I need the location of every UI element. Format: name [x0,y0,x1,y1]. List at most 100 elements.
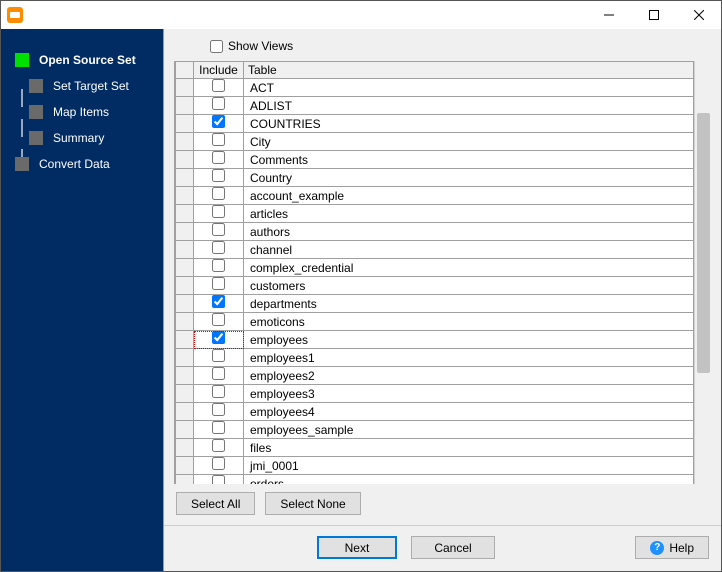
include-checkbox[interactable] [212,295,225,308]
select-none-button[interactable]: Select None [265,492,360,515]
table-name-cell: files [244,439,694,457]
include-cell[interactable] [194,79,244,97]
table-row[interactable]: account_example [176,187,694,205]
include-cell[interactable] [194,421,244,439]
title-bar [1,1,721,29]
row-header [176,439,194,457]
table-row[interactable]: employees_sample [176,421,694,439]
table-row[interactable]: orders [176,475,694,485]
include-checkbox[interactable] [212,241,225,254]
wizard-step[interactable]: Convert Data [1,151,163,177]
column-table[interactable]: Table [244,62,694,79]
include-cell[interactable] [194,151,244,169]
table-row[interactable]: employees2 [176,367,694,385]
include-checkbox[interactable] [212,133,225,146]
step-label: Open Source Set [39,53,136,67]
table-row[interactable]: jmi_0001 [176,457,694,475]
wizard-sidebar: Open Source Set Set Target SetMap ItemsSu… [1,29,163,571]
include-checkbox[interactable] [212,223,225,236]
include-cell[interactable] [194,331,244,349]
table-name-cell: customers [244,277,694,295]
include-checkbox[interactable] [212,259,225,272]
include-cell[interactable] [194,367,244,385]
include-checkbox[interactable] [212,169,225,182]
wizard-step[interactable]: Set Target Set [1,73,163,99]
next-button[interactable]: Next [317,536,398,559]
include-cell[interactable] [194,403,244,421]
table-row[interactable]: files [176,439,694,457]
include-checkbox[interactable] [212,421,225,434]
table-row[interactable]: City [176,133,694,151]
include-cell[interactable] [194,259,244,277]
include-checkbox[interactable] [212,313,225,326]
include-checkbox[interactable] [212,403,225,416]
table-row[interactable]: employees3 [176,385,694,403]
table-row[interactable]: departments [176,295,694,313]
include-cell[interactable] [194,133,244,151]
include-cell[interactable] [194,187,244,205]
help-button[interactable]: ? Help [635,536,709,559]
help-label: Help [669,541,694,555]
include-checkbox[interactable] [212,457,225,470]
table-row[interactable]: emoticons [176,313,694,331]
maximize-button[interactable] [631,1,676,29]
close-button[interactable] [676,1,721,29]
row-header [176,313,194,331]
include-cell[interactable] [194,241,244,259]
include-checkbox[interactable] [212,439,225,452]
table-row[interactable]: customers [176,277,694,295]
minimize-button[interactable] [586,1,631,29]
include-checkbox[interactable] [212,331,225,344]
help-icon: ? [650,541,664,555]
table-name-cell: articles [244,205,694,223]
column-include[interactable]: Include [194,62,244,79]
include-checkbox[interactable] [212,205,225,218]
table-row[interactable]: employees [176,331,694,349]
include-checkbox[interactable] [212,97,225,110]
include-checkbox[interactable] [212,349,225,362]
include-cell[interactable] [194,169,244,187]
cancel-button[interactable]: Cancel [411,536,494,559]
table-row[interactable]: employees1 [176,349,694,367]
include-cell[interactable] [194,349,244,367]
table-row[interactable]: channel [176,241,694,259]
table-name-cell: jmi_0001 [244,457,694,475]
include-cell[interactable] [194,115,244,133]
vertical-scrollbar[interactable] [694,61,711,484]
include-checkbox[interactable] [212,187,225,200]
include-cell[interactable] [194,223,244,241]
row-header [176,115,194,133]
wizard-step[interactable]: Open Source Set [1,47,163,73]
include-checkbox[interactable] [212,79,225,92]
show-views-checkbox[interactable] [210,40,223,53]
include-cell[interactable] [194,313,244,331]
include-cell[interactable] [194,457,244,475]
table-row[interactable]: ADLIST [176,97,694,115]
include-cell[interactable] [194,439,244,457]
table-row[interactable]: Comments [176,151,694,169]
include-checkbox[interactable] [212,151,225,164]
table-row[interactable]: COUNTRIES [176,115,694,133]
include-cell[interactable] [194,97,244,115]
scrollbar-thumb[interactable] [697,113,710,373]
include-cell[interactable] [194,475,244,485]
include-checkbox[interactable] [212,115,225,128]
wizard-step[interactable]: Summary [1,125,163,151]
table-row[interactable]: employees4 [176,403,694,421]
wizard-step[interactable]: Map Items [1,99,163,125]
include-cell[interactable] [194,277,244,295]
table-row[interactable]: articles [176,205,694,223]
row-header [176,421,194,439]
include-checkbox[interactable] [212,385,225,398]
select-all-button[interactable]: Select All [176,492,255,515]
include-checkbox[interactable] [212,367,225,380]
include-checkbox[interactable] [212,277,225,290]
table-row[interactable]: authors [176,223,694,241]
include-cell[interactable] [194,295,244,313]
table-row[interactable]: Country [176,169,694,187]
table-row[interactable]: ACT [176,79,694,97]
include-cell[interactable] [194,385,244,403]
include-cell[interactable] [194,205,244,223]
table-row[interactable]: complex_credential [176,259,694,277]
include-checkbox[interactable] [212,475,225,484]
